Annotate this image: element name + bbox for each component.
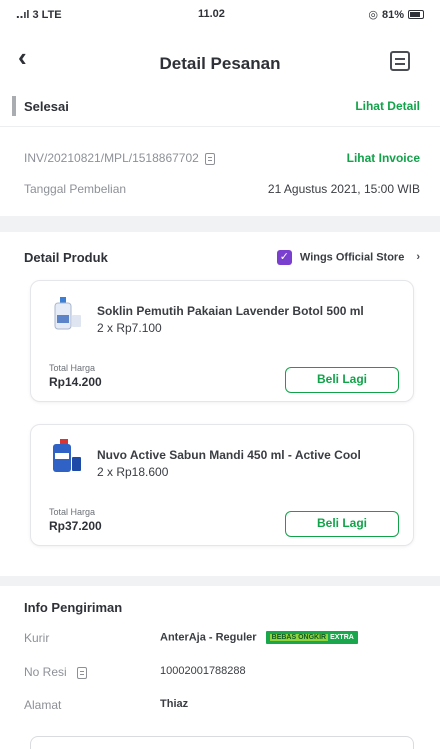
status-accent-bar	[12, 96, 16, 116]
courier-label: Kurir	[24, 631, 50, 645]
product-image-bottle	[54, 297, 81, 330]
check-badge-icon: ✓	[276, 249, 292, 265]
clock: 11.02	[198, 8, 225, 20]
product-name: Nuvo Active Sabun Mandi 450 ml - Active …	[97, 448, 361, 462]
bottom-action-button[interactable]	[30, 736, 414, 749]
shipping-section-title: Info Pengiriman	[24, 600, 123, 615]
product-image-soap	[53, 439, 81, 472]
shipping-section: Info Pengiriman Kurir AnterAja - Reguler…	[0, 586, 440, 749]
address-value: Thiaz	[160, 698, 189, 710]
store-name: Wings Official Store	[299, 250, 405, 263]
product-header-row: Detail Produk ✓ Wings Official Store ›	[24, 246, 420, 268]
total-price-value: Rp14.200	[49, 375, 102, 389]
free-shipping-extra-badge: BEBAS ONGKIR EXTRA	[265, 631, 358, 644]
buy-again-button[interactable]: Beli Lagi	[285, 511, 399, 537]
product-card[interactable]: Soklin Pemutih Pakaian Lavender Botol 50…	[30, 280, 414, 402]
alarm-icon: ◎	[368, 9, 378, 21]
page-title: Detail Pesanan	[159, 54, 281, 73]
status-right: ◎ 81%	[368, 8, 424, 21]
receipt-label-wrap: No Resi	[24, 665, 87, 679]
total-price-label: Total Harga	[49, 363, 96, 373]
signal-indicator: ‥ıl 3 LTE	[16, 9, 62, 21]
battery-icon	[408, 10, 424, 19]
divider	[0, 126, 440, 127]
badge-part-b: EXTRA	[330, 634, 354, 641]
address-label: Alamat	[24, 698, 62, 712]
battery-percent: 81%	[381, 8, 404, 21]
receipt-label: No Resi	[24, 665, 67, 679]
product-name: Soklin Pemutih Pakaian Lavender Botol 50…	[97, 304, 364, 318]
total-price-value: Rp37.200	[49, 519, 102, 533]
buy-again-button[interactable]: Beli Lagi	[285, 367, 399, 393]
status-bar: ‥ıl 3 LTE 11.02 ◎ 81%	[0, 0, 440, 34]
copy-icon[interactable]	[76, 666, 87, 679]
product-card[interactable]: Nuvo Active Sabun Mandi 450 ml - Active …	[30, 424, 414, 546]
view-detail-link[interactable]: Lihat Detail	[355, 99, 420, 113]
product-qty-price: 2 x Rp18.600	[97, 465, 169, 479]
courier-value-wrap: AnterAja - Reguler BEBAS ONGKIR EXTRA	[160, 631, 358, 644]
copy-icon[interactable]	[204, 152, 215, 165]
badge-part-a: BEBAS ONGKIR	[269, 634, 329, 641]
product-section-title: Detail Produk	[24, 249, 108, 265]
receipt-value: 10002001788288	[160, 665, 246, 677]
invoice-number: INV/20210821/MPL/1518867702	[24, 151, 199, 165]
courier-value: AnterAja - Reguler	[160, 631, 257, 644]
total-price-label: Total Harga	[49, 507, 96, 517]
order-status-row: Selesai Lihat Detail	[24, 96, 420, 116]
view-invoice-link[interactable]: Lihat Invoice	[347, 151, 420, 165]
product-section: Detail Produk ✓ Wings Official Store › Sok…	[0, 232, 440, 576]
product-qty-price: 2 x Rp7.100	[97, 321, 162, 335]
section-separator	[0, 216, 440, 232]
document-icon[interactable]	[390, 51, 410, 71]
invoice-number-wrap: INV/20210821/MPL/1518867702	[24, 151, 215, 165]
navigation-bar: ‹ Detail Pesanan	[0, 34, 440, 84]
purchase-date-label: Tanggal Pembelian	[24, 182, 127, 196]
invoice-row: INV/20210821/MPL/1518867702 Lihat Invoic…	[24, 148, 420, 168]
order-status: Selesai	[24, 98, 69, 114]
section-separator	[0, 576, 440, 586]
purchase-date-row: Tanggal Pembelian 21 Agustus 2021, 15:00…	[24, 179, 420, 199]
purchase-date-value: 21 Agustus 2021, 15:00 WIB	[267, 182, 420, 196]
screen: ‥ıl 3 LTE 11.02 ◎ 81% ‹ Detail Pesanan S…	[0, 0, 440, 749]
store-link[interactable]: ✓ Wings Official Store ›	[276, 249, 420, 265]
chevron-right-icon: ›	[416, 250, 420, 263]
order-summary-section: Selesai Lihat Detail INV/20210821/MPL/15…	[0, 84, 440, 216]
